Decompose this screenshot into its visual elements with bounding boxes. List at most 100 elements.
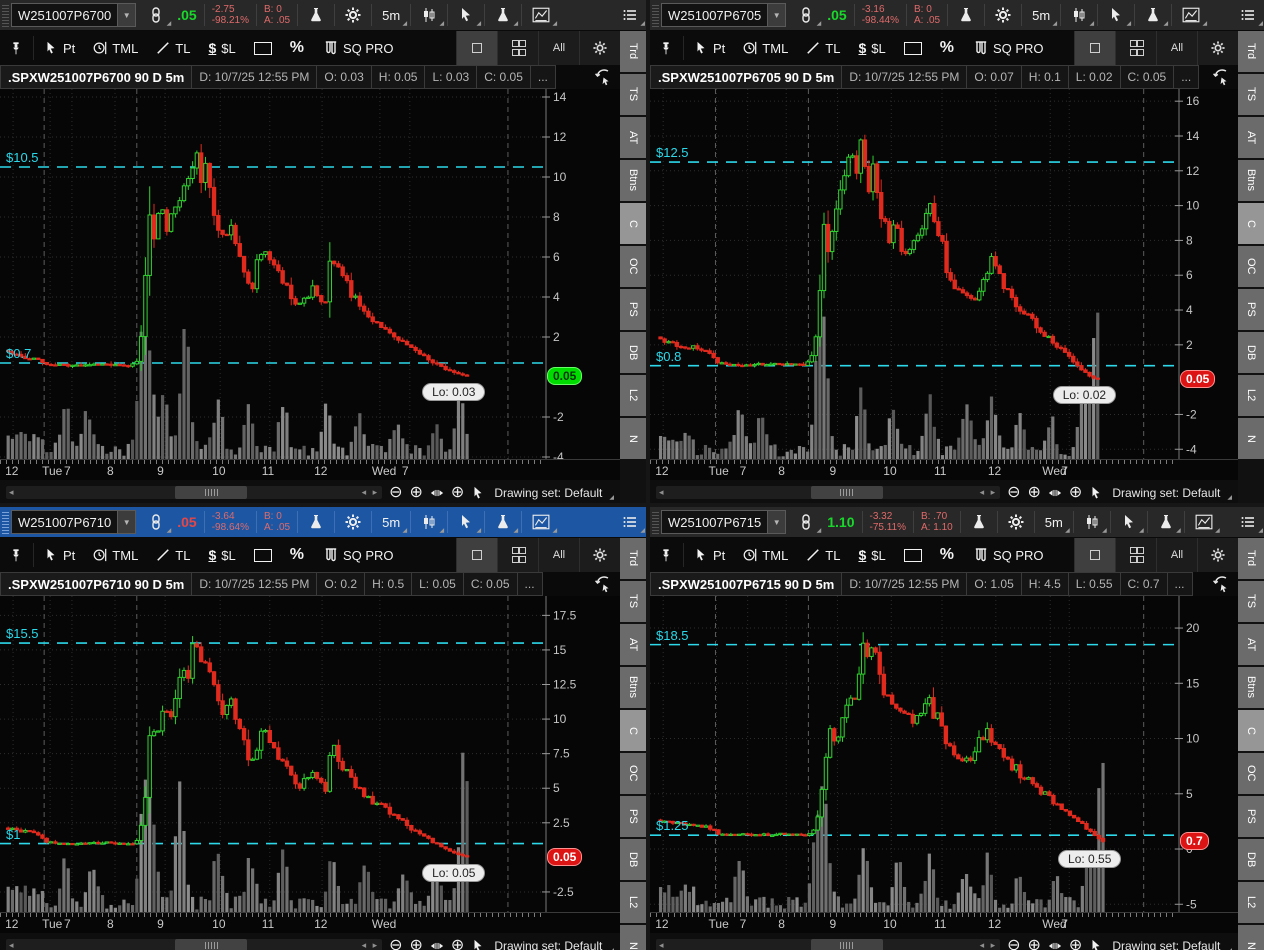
panel-tab-c[interactable]: C bbox=[620, 203, 646, 244]
panel-tab-c[interactable]: C bbox=[620, 710, 646, 751]
pan-button[interactable] bbox=[430, 939, 444, 950]
panel-tab-btns[interactable]: Btns bbox=[620, 160, 646, 201]
panel-tab-db[interactable]: DB bbox=[620, 332, 646, 373]
grid-layout-button[interactable] bbox=[1115, 31, 1156, 65]
analyze-flask-button[interactable] bbox=[300, 1, 332, 29]
chart-scrollbar[interactable]: ◂ ◂ ▸ bbox=[6, 939, 382, 950]
panel-tab-oc[interactable]: OC bbox=[1238, 246, 1264, 287]
percent-tool-button[interactable]: % bbox=[931, 538, 963, 572]
zoom-in-button[interactable]: ⊕ bbox=[1028, 938, 1041, 950]
window-grip-handle[interactable] bbox=[652, 3, 659, 27]
drawing-set-label[interactable]: Drawing set: Default bbox=[494, 939, 602, 950]
drawings-pattern-dropdown[interactable]: ◢ bbox=[524, 508, 558, 536]
pointer-tool-button[interactable]: Pt bbox=[35, 31, 84, 65]
panel-tab-db[interactable]: DB bbox=[1238, 332, 1264, 373]
zoom-out-button[interactable]: ⊖ bbox=[1007, 938, 1020, 950]
chart-menu-button[interactable]: ◢ bbox=[614, 508, 646, 536]
scroll-step-left-icon[interactable]: ◂ bbox=[980, 486, 985, 499]
zoom-out-button[interactable]: ⊖ bbox=[389, 938, 402, 950]
zoom-in-button[interactable]: ⊕ bbox=[410, 938, 423, 950]
chart-link-button[interactable]: ◢ bbox=[790, 508, 822, 536]
scroll-step-right-icon[interactable]: ▸ bbox=[991, 939, 996, 950]
single-chart-layout-button[interactable] bbox=[456, 31, 497, 65]
panel-tab-db[interactable]: DB bbox=[620, 839, 646, 880]
all-charts-button[interactable]: All bbox=[538, 538, 579, 572]
pointer-tool-button[interactable]: Pt bbox=[685, 538, 734, 572]
panel-tab-at[interactable]: AT bbox=[620, 117, 646, 158]
panel-tab-n[interactable]: N bbox=[620, 925, 646, 950]
drawing-set-label[interactable]: Drawing set: Default bbox=[494, 486, 602, 500]
single-chart-layout-button[interactable] bbox=[456, 538, 497, 572]
symbol-input[interactable]: W251007P6700 ▼ bbox=[11, 3, 136, 27]
zoom-in-button[interactable]: ⊕ bbox=[1028, 485, 1041, 501]
panel-tab-n[interactable]: N bbox=[1238, 925, 1264, 950]
panel-tab-ps[interactable]: PS bbox=[1238, 289, 1264, 330]
trendline-tool-button[interactable]: TL bbox=[147, 31, 199, 65]
crosshair-button[interactable]: ⊕ bbox=[451, 938, 464, 950]
panel-tab-l2[interactable]: L2 bbox=[1238, 375, 1264, 416]
zoom-in-button[interactable]: ⊕ bbox=[410, 485, 423, 501]
panel-tab-oc[interactable]: OC bbox=[1238, 753, 1264, 794]
panel-tab-btns[interactable]: Btns bbox=[620, 667, 646, 708]
drawings-pattern-dropdown[interactable]: ◢ bbox=[1187, 508, 1221, 536]
symbol-input[interactable]: W251007P6710 ▼ bbox=[11, 510, 136, 534]
header-more-button[interactable]: ... bbox=[518, 572, 543, 596]
drawings-pattern-dropdown[interactable]: ◢ bbox=[524, 1, 558, 29]
crosshair-button[interactable]: ⊕ bbox=[1069, 938, 1082, 950]
detach-swap-icon[interactable] bbox=[1204, 65, 1238, 89]
scroll-step-left-icon[interactable]: ◂ bbox=[362, 486, 367, 499]
panel-tab-at[interactable]: AT bbox=[620, 624, 646, 665]
panel-tab-c[interactable]: C bbox=[1238, 710, 1264, 751]
chart-link-button[interactable]: ◢ bbox=[790, 1, 822, 29]
chart-plot-area[interactable]: 20151050-5 0.7 Lo: 0.55 $18.5$1.25 bbox=[650, 596, 1238, 912]
pointer-tool-button[interactable]: Pt bbox=[685, 31, 734, 65]
chart-plot-area[interactable]: 17.51512.5107.552.5-2.5 0.05 Lo: 0.05 $1… bbox=[0, 596, 620, 912]
symbol-dropdown-button[interactable]: ▼ bbox=[117, 4, 135, 26]
sq-pro-button[interactable]: SQ PRO bbox=[963, 538, 1053, 572]
chart-scrollbar[interactable]: ◂ ◂ ▸ bbox=[656, 939, 1000, 950]
cursor-tool-dropdown[interactable]: ◢ bbox=[450, 508, 482, 536]
chart-settings-gear-button[interactable] bbox=[337, 1, 369, 29]
single-chart-layout-button[interactable] bbox=[1074, 538, 1115, 572]
symbol-dropdown-button[interactable]: ▼ bbox=[117, 511, 135, 533]
sq-pro-button[interactable]: SQ PRO bbox=[313, 538, 403, 572]
panel-tab-n[interactable]: N bbox=[620, 418, 646, 459]
pointer-mode-button[interactable] bbox=[471, 486, 485, 500]
chart-style-dropdown[interactable]: ◢ bbox=[413, 508, 445, 536]
scroll-left-arrow-icon[interactable]: ◂ bbox=[9, 939, 14, 950]
percent-tool-button[interactable]: % bbox=[281, 538, 313, 572]
toolbar-settings-gear-button[interactable] bbox=[579, 538, 620, 572]
chart-menu-button[interactable]: ◢ bbox=[1232, 508, 1264, 536]
zoom-out-button[interactable]: ⊖ bbox=[389, 485, 402, 501]
chart-settings-gear-button[interactable] bbox=[987, 1, 1019, 29]
panel-tab-ts[interactable]: TS bbox=[1238, 74, 1264, 115]
symbol-dropdown-button[interactable]: ▼ bbox=[767, 4, 785, 26]
trendline-tool-button[interactable]: TL bbox=[797, 31, 849, 65]
detach-swap-icon[interactable] bbox=[586, 572, 620, 596]
timeframe-dropdown[interactable]: 5m◢ bbox=[374, 508, 408, 536]
scrollbar-thumb[interactable] bbox=[175, 939, 247, 950]
window-grip-handle[interactable] bbox=[652, 510, 659, 534]
percent-tool-button[interactable]: % bbox=[931, 31, 963, 65]
all-charts-button[interactable]: All bbox=[1156, 31, 1197, 65]
toolbar-settings-gear-button[interactable] bbox=[1197, 538, 1238, 572]
toolbar-settings-gear-button[interactable] bbox=[1197, 31, 1238, 65]
chart-plot-area[interactable]: 161412108642-2-4 0.05 Lo: 0.02 $12.5$0.8 bbox=[650, 89, 1238, 459]
timeframe-dropdown[interactable]: 5m◢ bbox=[1037, 508, 1071, 536]
drawing-set-dropdown-icon[interactable]: ◢ bbox=[609, 494, 614, 501]
panel-tab-l2[interactable]: L2 bbox=[620, 882, 646, 923]
pointer-tool-button[interactable]: Pt bbox=[35, 538, 84, 572]
analyze-flask-button[interactable] bbox=[963, 508, 995, 536]
panel-tab-oc[interactable]: OC bbox=[620, 246, 646, 287]
pan-button[interactable] bbox=[1048, 939, 1062, 950]
cursor-tool-dropdown[interactable]: ◢ bbox=[450, 1, 482, 29]
cursor-tool-dropdown[interactable]: ◢ bbox=[1113, 508, 1145, 536]
chart-link-button[interactable]: ◢ bbox=[140, 1, 172, 29]
timeline-tool-button[interactable]: TML bbox=[734, 538, 797, 572]
panel-tab-trd[interactable]: Trd bbox=[620, 538, 646, 579]
panel-tab-trd[interactable]: Trd bbox=[1238, 538, 1264, 579]
pan-button[interactable] bbox=[430, 486, 444, 500]
panel-tab-c[interactable]: C bbox=[1238, 203, 1264, 244]
header-more-button[interactable]: ... bbox=[1168, 572, 1193, 596]
pointer-mode-button[interactable] bbox=[471, 939, 485, 950]
